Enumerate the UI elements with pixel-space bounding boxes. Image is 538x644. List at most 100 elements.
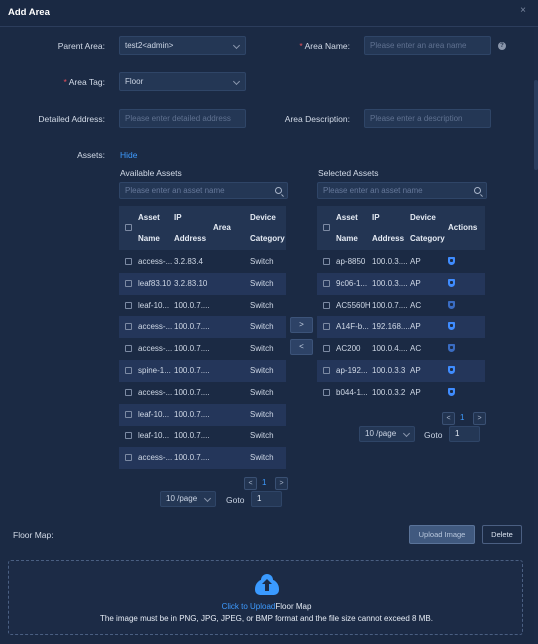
ip-address-cell: 100.0.7.... [174,431,210,441]
row-checkbox[interactable] [125,345,132,353]
column-header: Asset Name [138,213,160,243]
page-size-select[interactable]: 10 /page [359,426,415,442]
parent-area-select[interactable]: test2<admin> [119,36,246,55]
search-icon[interactable] [275,187,282,194]
asset-name-cell: access-... [138,322,173,332]
shield-icon[interactable] [448,344,455,353]
table-row[interactable]: 9c06-1... 100.0.3.... AP [317,272,485,295]
table-row[interactable]: leaf-10... 100.0.7.... Switch [119,295,286,317]
shield-icon[interactable] [448,278,455,287]
available-search-input[interactable]: Please enter an asset name [119,182,288,199]
table-row[interactable]: access-... 100.0.7.... Switch [119,447,286,470]
ip-address-cell: 100.0.7.... [174,387,210,397]
device-category-cell: Switch [250,387,274,397]
click-to-upload-link[interactable]: Click to Upload [222,602,276,611]
column-header: Actions [448,223,478,232]
chevron-down-icon [203,494,212,503]
move-right-button[interactable]: > [290,317,313,333]
ip-address-cell: 100.0.3.2 [372,387,406,397]
row-checkbox[interactable] [125,279,132,287]
asset-name-cell: leaf-10... [138,431,170,441]
area-tag-label: * Area Tag: [63,77,105,87]
table-row[interactable]: access-... 100.0.7.... Switch [119,338,286,360]
device-category-cell: AP [410,366,421,375]
dialog-header: Add Area × [0,0,538,27]
table-row[interactable]: leaf83.10 3.2.83.10 Switch [119,272,286,295]
row-checkbox[interactable] [323,301,330,309]
table-row[interactable]: access-... 100.0.7.... Switch [119,316,286,339]
area-tag-value: Floor [125,77,144,86]
search-icon[interactable] [474,187,481,194]
page-size-select[interactable]: 10 /page [160,491,216,507]
prev-page-button[interactable]: < [244,477,257,490]
row-checkbox[interactable] [323,388,330,396]
ip-address-cell: 192.168.... [372,322,410,332]
scrollbar-thumb[interactable] [534,80,538,170]
select-all-checkbox[interactable] [125,224,132,231]
row-checkbox[interactable] [125,388,132,396]
shield-icon[interactable] [448,322,455,331]
table-row[interactable]: leaf-10... 100.0.7.... Switch [119,403,286,426]
table-row[interactable]: ap-192... 100.0.3.3 AP [317,360,485,382]
dialog-title: Add Area [8,7,50,18]
row-checkbox[interactable] [125,410,132,418]
row-checkbox[interactable] [125,367,132,374]
delete-button[interactable]: Delete [482,525,522,544]
move-left-button[interactable]: < [290,339,313,355]
next-page-button[interactable]: > [473,412,486,425]
row-checkbox[interactable] [323,367,330,374]
goto-label: Goto [226,495,245,505]
assets-hide-link[interactable]: Hide [120,150,137,160]
upload-dropzone[interactable]: Click to UploadFloor Map The image must … [8,560,523,635]
row-checkbox[interactable] [125,432,132,440]
area-description-input[interactable]: Please enter a description [364,109,491,128]
prev-page-button[interactable]: < [442,412,455,425]
device-category-cell: AP [410,387,421,397]
row-checkbox[interactable] [125,258,132,265]
device-category-cell: Switch [250,300,274,310]
ip-address-cell: 100.0.7.... [372,300,408,310]
goto-input[interactable]: 1 [251,491,282,507]
goto-input[interactable]: 1 [449,426,480,442]
shield-icon[interactable] [448,366,455,374]
next-page-button[interactable]: > [275,477,288,490]
row-checkbox[interactable] [125,323,132,331]
selected-search-input[interactable]: Please enter an asset name [317,182,487,199]
row-checkbox[interactable] [323,279,330,287]
table-row[interactable]: AC200 100.0.4.... AC [317,338,485,360]
row-checkbox[interactable] [125,301,132,309]
close-icon[interactable]: × [520,5,526,16]
row-checkbox[interactable] [125,454,132,462]
asset-name-cell: AC200 [336,344,361,354]
shield-icon[interactable] [448,257,455,265]
row-checkbox[interactable] [323,258,330,265]
table-row[interactable]: AC5560H 100.0.7.... AC [317,295,485,317]
help-icon[interactable]: ? [498,42,506,50]
current-page[interactable]: 1 [460,413,464,422]
ip-address-cell: 100.0.7.... [174,322,210,332]
row-checkbox[interactable] [323,323,330,331]
device-category-cell: AP [410,278,421,288]
shield-icon[interactable] [448,300,455,309]
table-row[interactable]: A14F-b... 192.168.... AP [317,316,485,339]
table-row[interactable]: access-... 3.2.83.4 Switch [119,251,286,273]
row-checkbox[interactable] [323,345,330,353]
upload-target-text: Floor Map [275,602,312,611]
detailed-address-input[interactable]: Please enter detailed address [119,109,246,128]
asset-name-cell: 9c06-1... [336,278,368,288]
table-row[interactable]: b044-1... 100.0.3.2 AP [317,382,485,404]
asset-name-cell: access-... [138,453,173,463]
area-name-input[interactable]: Please enter an area name [364,36,491,55]
table-row[interactable]: ap-8850 100.0.3.... AP [317,251,485,273]
table-row[interactable]: access-... 100.0.7.... Switch [119,382,286,404]
area-tag-select[interactable]: Floor [119,72,246,91]
device-category-cell: Switch [250,431,274,441]
table-row[interactable]: spine-1... 100.0.7.... Switch [119,360,286,382]
chevron-down-icon [232,77,241,86]
current-page[interactable]: 1 [262,478,266,487]
table-row[interactable]: leaf-10... 100.0.7.... Switch [119,425,286,447]
select-all-checkbox[interactable] [323,224,330,231]
shield-icon[interactable] [448,387,455,396]
parent-area-label: Parent Area: [57,41,105,51]
upload-image-button[interactable]: Upload Image [409,525,475,544]
